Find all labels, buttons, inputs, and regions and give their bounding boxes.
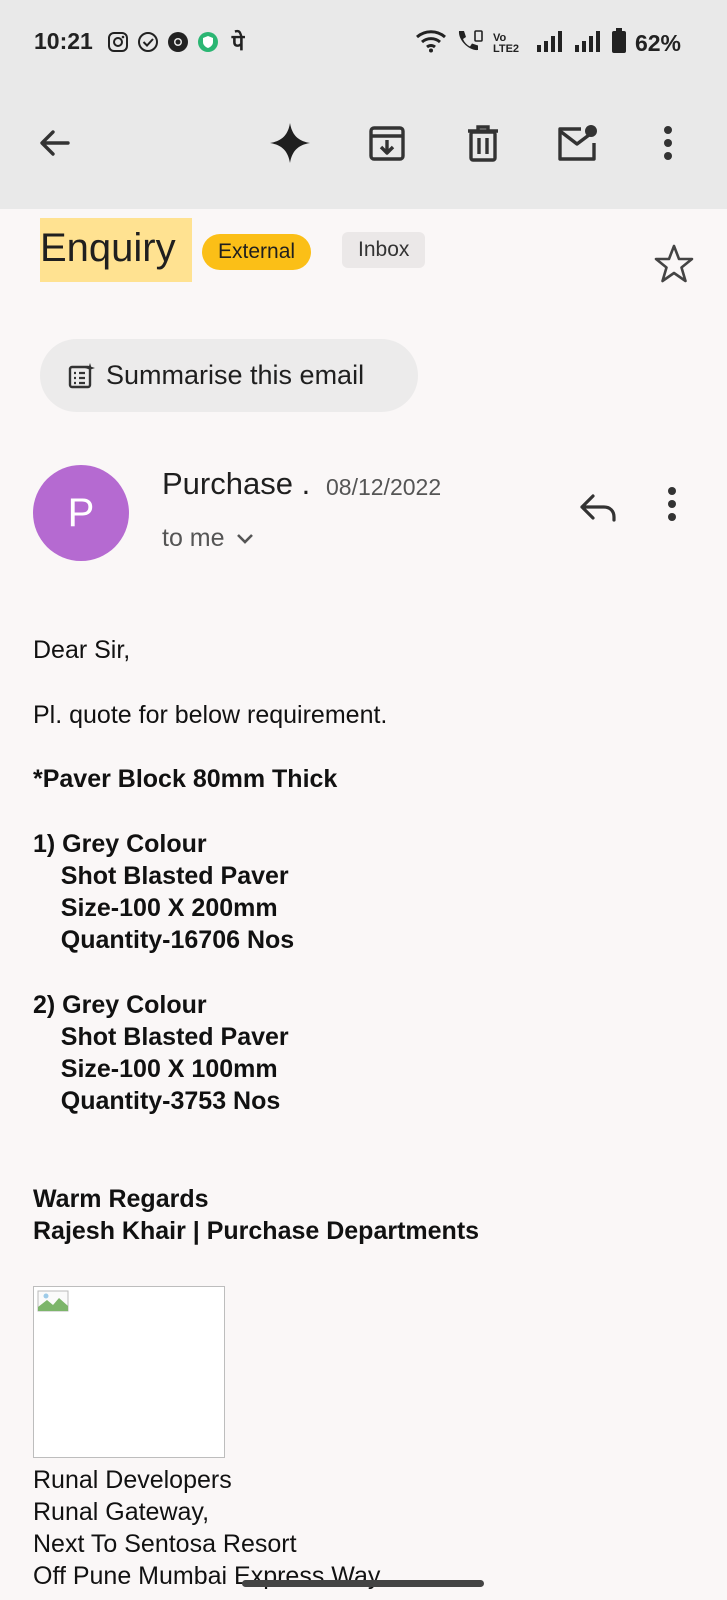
email-subject: Enquiry — [40, 226, 176, 270]
back-button[interactable] — [30, 120, 80, 170]
item1-size: Size-100 X 200mm — [33, 894, 278, 922]
archive-button[interactable] — [362, 120, 412, 170]
summarise-label: Summarise this email — [106, 360, 365, 390]
broken-image-icon — [37, 1290, 69, 1312]
address-line-3: Next To Sentosa Resort — [33, 1530, 297, 1558]
reply-button[interactable] — [576, 486, 620, 530]
inbox-label[interactable]: Inbox — [342, 232, 426, 268]
battery-percentage: 62% — [634, 30, 681, 56]
chevron-down-icon — [235, 524, 255, 553]
item2-quantity: Quantity-3753 Nos — [33, 1087, 281, 1115]
status-system-icons: Vo LTE2 62% — [415, 28, 681, 59]
sender-avatar[interactable]: P — [33, 465, 129, 561]
battery-icon — [611, 28, 627, 59]
address-line-2: Runal Gateway, — [33, 1498, 210, 1526]
wifi-call-icon — [455, 28, 485, 59]
more-vertical-icon — [666, 487, 678, 526]
item1-type: Shot Blasted Paver — [33, 862, 289, 890]
address-line-1: Runal Developers — [33, 1466, 232, 1494]
item1-quantity: Quantity-16706 Nos — [33, 926, 295, 954]
signal-icon — [535, 29, 565, 58]
more-vertical-icon — [662, 125, 674, 166]
summary-sparkle-icon — [66, 361, 96, 391]
vpn-shield-icon — [196, 30, 220, 54]
item2-colour: 2) Grey Colour — [33, 991, 207, 1019]
gemini-button[interactable] — [265, 120, 315, 170]
back-arrow-icon — [37, 125, 73, 166]
body-request: Pl. quote for below requirement. — [33, 701, 388, 729]
recipient-label: to me — [162, 524, 225, 552]
status-time: 10:21 — [34, 28, 93, 54]
star-button[interactable] — [652, 242, 696, 286]
phonepe-icon: पे — [231, 30, 245, 55]
wifi-icon — [415, 29, 447, 58]
body-product: *Paver Block 80mm Thick — [33, 765, 338, 793]
body-greeting: Dear Sir, — [33, 636, 131, 664]
email-toolbar — [0, 110, 727, 180]
delete-button[interactable] — [458, 120, 508, 170]
chrome-icon — [166, 30, 190, 54]
more-options-button[interactable] — [643, 120, 693, 170]
mark-unread-button[interactable] — [552, 120, 602, 170]
status-bar: 10:21 पे Vo LTE2 62% — [0, 0, 727, 86]
external-label: External — [202, 234, 312, 270]
star-icon — [652, 244, 696, 290]
signal-icon-2 — [573, 29, 603, 58]
recipient-details-toggle[interactable]: to me — [162, 524, 255, 553]
signature-image[interactable] — [33, 1286, 225, 1458]
signature-name: Rajesh Khair | Purchase Departments — [33, 1217, 480, 1245]
item2-type: Shot Blasted Paver — [33, 1023, 289, 1051]
delete-icon — [463, 123, 503, 168]
archive-icon — [367, 123, 407, 168]
summarise-email-button[interactable]: Summarise this email — [40, 339, 418, 412]
status-notification-icons: पे — [106, 30, 250, 55]
message-date: 08/12/2022 — [326, 474, 442, 500]
message-more-button[interactable] — [666, 486, 696, 530]
mark-unread-icon — [555, 123, 599, 168]
item2-size: Size-100 X 100mm — [33, 1055, 278, 1083]
sender-name: Purchase . — [162, 466, 311, 501]
instagram-icon — [106, 30, 130, 54]
signoff: Warm Regards — [33, 1185, 209, 1213]
gesture-home-bar[interactable] — [242, 1580, 484, 1587]
volte-icon: Vo LTE2 — [492, 31, 520, 55]
item1-colour: 1) Grey Colour — [33, 830, 207, 858]
reply-icon — [576, 494, 620, 534]
gemini-sparkle-icon — [269, 122, 311, 169]
check-circle-icon — [136, 30, 160, 54]
subject-row: Enquiry External Inbox — [40, 218, 700, 284]
